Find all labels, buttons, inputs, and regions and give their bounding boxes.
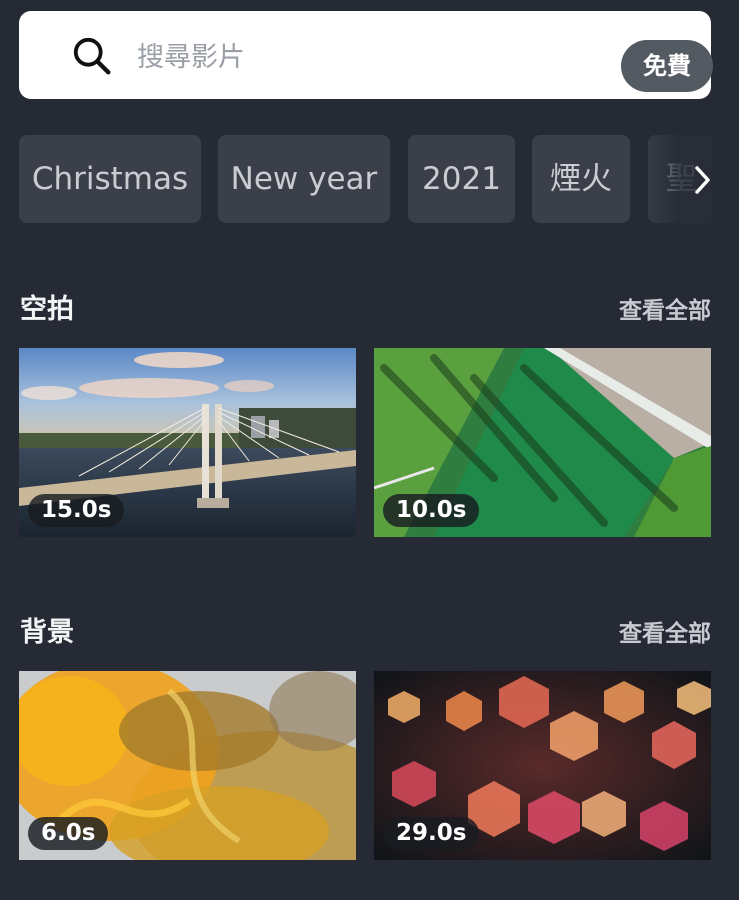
- chip-christmas[interactable]: Christmas: [19, 135, 201, 223]
- duration-badge: 6.0s: [28, 817, 109, 850]
- stock-video-page: 免費 Christmas New year 2021 煙火 聖 空拍 查看全部: [0, 0, 739, 900]
- video-thumbnail-bokeh[interactable]: 29.0s: [374, 671, 711, 860]
- see-all-background[interactable]: 查看全部: [619, 614, 711, 648]
- search-icon: [73, 37, 111, 75]
- chip-2021[interactable]: 2021: [408, 135, 515, 223]
- chevron-right-icon[interactable]: [690, 164, 714, 196]
- search-bar[interactable]: 免費: [19, 11, 713, 99]
- search-input[interactable]: [137, 37, 597, 77]
- section-title-aerial: 空拍: [20, 294, 74, 325]
- category-chip-row: Christmas New year 2021 煙火 聖: [19, 135, 711, 223]
- video-thumbnail-ink[interactable]: 6.0s: [19, 671, 356, 860]
- duration-badge: 15.0s: [28, 494, 125, 527]
- video-thumbnail-fields[interactable]: 10.0s: [374, 348, 711, 537]
- chip-fireworks[interactable]: 煙火: [532, 135, 630, 223]
- free-badge[interactable]: 免費: [621, 40, 713, 92]
- section-title-background: 背景: [20, 617, 74, 648]
- duration-badge: 29.0s: [383, 817, 480, 850]
- duration-badge: 10.0s: [383, 494, 480, 527]
- video-thumbnail-bridge[interactable]: 15.0s: [19, 348, 356, 537]
- chip-new-year[interactable]: New year: [218, 135, 390, 223]
- see-all-aerial[interactable]: 查看全部: [619, 291, 711, 325]
